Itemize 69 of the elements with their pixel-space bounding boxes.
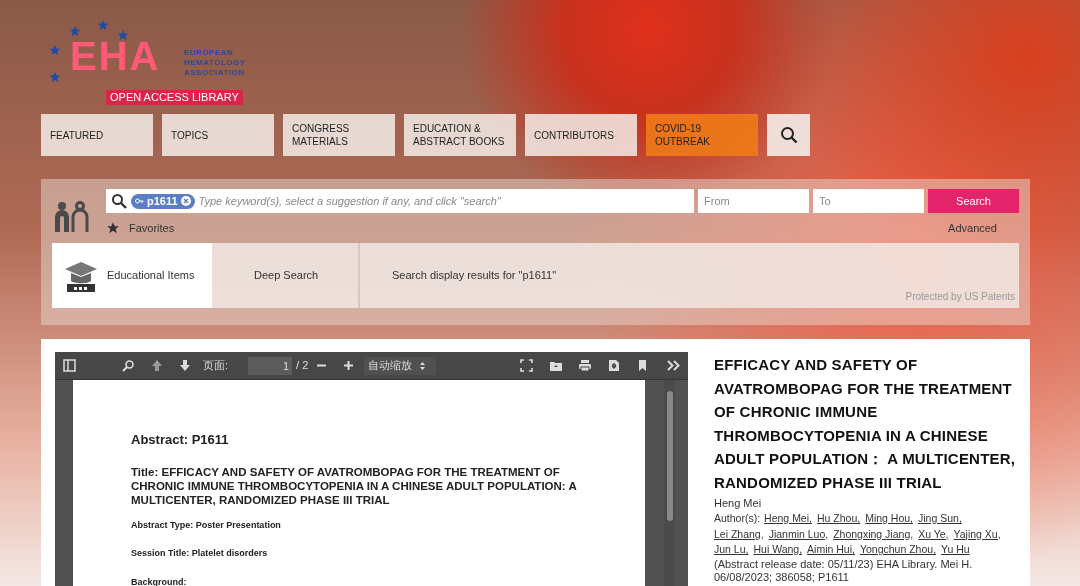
search-tag[interactable]: p1611 (131, 193, 195, 209)
tab[interactable]: Educational Items (52, 243, 212, 308)
abstract-field: Background: (131, 575, 645, 586)
abstract-title: EFFICACY AND SAFETY OF AVATROMBOPAG FOR THE TREATMENT OF CHRONIC IMMUNE THROMBOCYTOPENIA IN A CHINESE ADULT POPULATION： A MULTICENTER, RANDOMIZED PHASE III TRIAL (714, 355, 1017, 493)
nav-item[interactable]: CONTRIBUTORS (525, 114, 637, 156)
logo-mark: EHA (70, 36, 161, 76)
author-link[interactable]: Jun Lu, (714, 542, 749, 558)
search-button[interactable]: Search (928, 189, 1019, 213)
download-icon[interactable] (608, 359, 620, 372)
author-link[interactable]: Yongchun Zhou, (859, 542, 937, 558)
caret-icon (420, 361, 426, 370)
author-link[interactable]: Hu Zhou, (816, 511, 861, 527)
nav-item[interactable]: CONGRESS MATERIALS (283, 114, 395, 156)
double-chevron-icon[interactable] (667, 360, 680, 371)
author-link[interactable]: Jing Sun, (918, 511, 962, 527)
scrollbar[interactable] (664, 380, 675, 586)
logo-banner: OPEN ACCESS LIBRARY (106, 90, 243, 105)
from-field[interactable]: From (698, 189, 809, 213)
abstract-field: Abstract Type: Poster Presentation (131, 518, 645, 532)
folder-icon[interactable] (549, 359, 563, 372)
fullscreen-icon[interactable] (520, 359, 533, 372)
patents-notice: Protected by US Patents (905, 290, 1015, 304)
nav-item[interactable]: EDUCATION & ABSTRACT BOOKS (404, 114, 516, 156)
scrollbar-thumb[interactable] (666, 391, 673, 521)
author-link[interactable]: Hui Wang, (753, 542, 803, 558)
nav-item[interactable]: TOPICS (162, 114, 274, 156)
organization-name-line: EUROPEAN (184, 48, 235, 58)
page-label: 页面: (203, 358, 229, 374)
advanced-link[interactable]: Advanced (948, 219, 997, 237)
organization-name-line: ASSOCIATION (184, 68, 246, 78)
author-link[interactable]: Heng Mei, (764, 511, 812, 527)
zoom-in-icon[interactable] (343, 360, 355, 371)
author-link[interactable]: Jianmin Luo, (768, 526, 829, 542)
remove-icon[interactable] (180, 196, 191, 206)
nav-item[interactable]: COVID-19 OUTBREAK (646, 114, 758, 156)
key-icon (135, 198, 144, 204)
nav-item[interactable]: FEATURED (41, 114, 153, 156)
search-icon[interactable] (122, 359, 135, 372)
author-link[interactable]: Xu Ye, (918, 526, 949, 542)
search-icon (111, 193, 127, 209)
tab[interactable]: Deep Search (212, 243, 360, 308)
favorites-link[interactable]: Favorites (129, 219, 175, 237)
author-link[interactable]: Aimin Hui, (807, 542, 855, 558)
down-arrow-icon[interactable] (179, 359, 191, 372)
bookmark-icon[interactable] (638, 359, 647, 372)
citation-text: (Abstract release date: 05/11/23) EHA Library. Mei H. 06/08/2023; 386058; P1611 (714, 557, 974, 584)
up-arrow-icon[interactable] (151, 359, 163, 372)
to-field[interactable]: To (813, 189, 924, 213)
presenter-name: Heng Mei (714, 496, 763, 511)
search-icon (779, 126, 798, 144)
star-icon (106, 221, 120, 235)
author-link[interactable]: Yu Hu (941, 542, 970, 558)
sidebar-toggle-icon[interactable] (63, 359, 76, 372)
author-link[interactable]: Zhongxing Jiang, (833, 526, 914, 542)
abstract-field: Session Title: Platelet disorders (131, 547, 645, 561)
results-text: Search display results for "p1611" (392, 268, 557, 284)
search-button[interactable] (767, 114, 810, 156)
page-total: / 2 (296, 358, 309, 374)
zoom-select[interactable]: 自动缩放 (364, 356, 437, 375)
authors-label: Author(s): (714, 511, 761, 526)
organization-name-line: HEMATOLOGY (184, 58, 246, 68)
abstract-heading: Abstract: P1611 (131, 431, 230, 449)
abstract-title: Title: EFFICACY AND SAFETY OF AVATROMBOPAG FOR THE TREATMENT OF CHRONIC IMMUNE THROMBOCYTOPENIA IN A CHINESE ADULT POPULATION: A MULTICENTER, RANDOMIZED PHASE III TRIAL (131, 464, 578, 507)
author-link[interactable]: Ming Hou, (865, 511, 914, 527)
print-icon[interactable] (578, 359, 592, 372)
page-number-field[interactable]: 1 (248, 356, 293, 375)
author-link[interactable]: Yajing Xu, (953, 526, 1001, 542)
search-field[interactable]: p1611 Type keyword(s), select a suggestion if any, and click "search" (106, 189, 694, 213)
author-link[interactable]: Lei Zhang, (714, 526, 764, 542)
